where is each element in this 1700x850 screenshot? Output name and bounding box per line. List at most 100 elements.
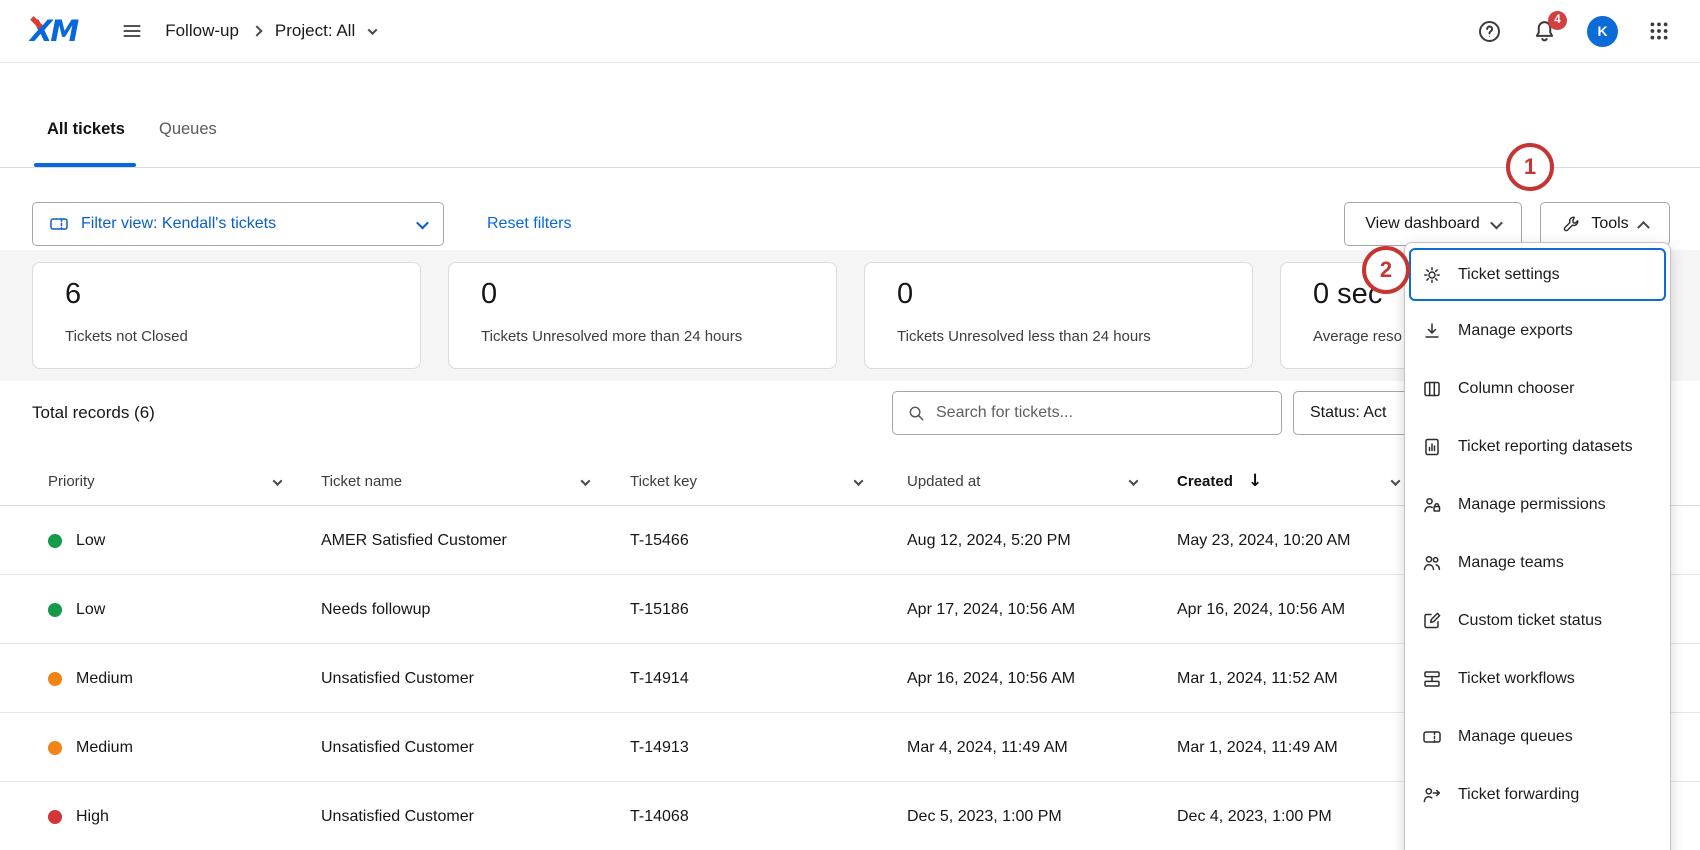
priority-label: Medium [76,739,133,757]
reset-filters-link[interactable]: Reset filters [487,215,571,233]
created-at: Mar 1, 2024, 11:49 AM [1177,713,1338,782]
column-header-ticket-name[interactable]: Ticket name [321,473,402,490]
stat-label: Tickets Unresolved less than 24 hours [897,328,1252,345]
breadcrumb-scope[interactable]: Project: All [275,21,355,41]
edit-icon [1422,611,1442,631]
people-icon [1422,553,1442,573]
ticket-key: T-15466 [630,506,689,575]
updated-at: Apr 17, 2024, 10:56 AM [907,575,1075,644]
priority-dot [48,810,62,824]
tab-all-tickets[interactable]: All tickets [47,120,125,139]
tab-queues[interactable]: Queues [159,120,217,139]
menu-item-label: Ticket settings [1458,266,1560,284]
view-dashboard-button[interactable]: View dashboard [1344,202,1522,246]
chevron-down-icon[interactable] [1391,476,1401,486]
menu-item-ticket-reporting-datasets[interactable]: Ticket reporting datasets [1405,418,1670,476]
filter-view-button[interactable]: Filter view: Kendall's tickets [32,202,444,246]
menu-item-manage-teams[interactable]: Manage teams [1405,534,1670,592]
ticket-name: Unsatisfied Customer [321,644,474,713]
stat-value: 6 [65,278,420,311]
updated-at: Aug 12, 2024, 5:20 PM [907,506,1071,575]
stat-label: Tickets Unresolved more than 24 hours [481,328,836,345]
menu-item-label: Manage permissions [1458,496,1606,514]
menu-item-label: Manage queues [1458,728,1573,746]
ticket-key: T-14068 [630,782,689,850]
priority-label: Low [76,532,105,550]
ticket-name: Needs followup [321,575,430,644]
search-input[interactable] [936,404,1267,422]
breadcrumb-separator-icon [251,25,262,36]
menu-item-manage-permissions[interactable]: Manage permissions [1405,476,1670,534]
tools-dropdown-menu: Ticket settings Manage exports Column ch… [1404,242,1671,850]
chevron-down-icon[interactable] [273,476,283,486]
chevron-up-icon [1637,220,1650,233]
stat-value: 0 [897,278,1252,311]
breadcrumb-project[interactable]: Follow-up [165,21,239,41]
tools-button[interactable]: Tools [1540,202,1670,246]
notification-badge: 4 [1548,11,1567,30]
priority-label: High [76,808,109,826]
priority-dot [48,603,62,617]
created-at: Apr 16, 2024, 10:56 AM [1177,575,1345,644]
chevron-down-icon[interactable] [581,476,591,486]
ticket-key: T-14914 [630,644,689,713]
wrench-icon [1562,215,1581,234]
updated-at: Mar 4, 2024, 11:49 AM [907,713,1068,782]
menu-item-label: Custom ticket status [1458,612,1602,630]
report-chart-icon [1422,437,1442,457]
notifications: 4 [1532,19,1557,44]
created-at: Dec 4, 2023, 1:00 PM [1177,782,1332,850]
column-header-updated-at[interactable]: Updated at [907,473,980,490]
updated-at: Apr 16, 2024, 10:56 AM [907,644,1075,713]
avatar[interactable]: K [1587,16,1618,47]
column-header-ticket-key[interactable]: Ticket key [630,473,697,490]
chevron-down-icon [416,216,429,229]
stat-value: 0 [481,278,836,311]
view-dashboard-label: View dashboard [1365,215,1479,233]
status-filter-label: Status: Act [1310,404,1386,422]
chevron-down-icon[interactable] [1129,476,1139,486]
ticket-search [892,391,1282,435]
priority-dot [48,741,62,755]
search-icon [907,404,926,423]
column-header-priority[interactable]: Priority [48,473,95,490]
priority-dot [48,534,62,548]
menu-item-custom-ticket-status[interactable]: Custom ticket status [1405,592,1670,650]
menu-item-label: Manage teams [1458,554,1564,572]
menu-item-column-chooser[interactable]: Column chooser [1405,360,1670,418]
ticket-name: Unsatisfied Customer [321,713,474,782]
download-icon [1422,321,1442,341]
gear-icon [1422,265,1442,285]
chevron-down-icon[interactable] [368,25,378,35]
column-header-created[interactable]: Created [1177,473,1233,490]
menu-item-label: Manage exports [1458,322,1573,340]
columns-icon [1422,379,1442,399]
breadcrumb: Follow-up Project: All [165,21,376,41]
hamburger-menu-icon[interactable] [121,20,143,42]
priority-label: Low [76,601,105,619]
priority-dot [48,672,62,686]
updated-at: Dec 5, 2023, 1:00 PM [907,782,1062,850]
menu-item-ticket-forwarding[interactable]: Ticket forwarding [1405,766,1670,824]
menu-item-label: Ticket workflows [1458,670,1575,688]
menu-item-label: Ticket forwarding [1458,786,1579,804]
annotation-step-2: 2 [1362,246,1410,294]
created-at: Mar 1, 2024, 11:52 AM [1177,644,1338,713]
ticket-key: T-14913 [630,713,689,782]
apps-grid-icon[interactable] [1648,20,1670,42]
stat-label: Tickets not Closed [65,328,420,345]
help-icon[interactable] [1477,19,1502,44]
tabs-divider [0,167,1700,168]
menu-item-ticket-settings[interactable]: Ticket settings [1409,248,1666,301]
tools-label: Tools [1591,215,1628,233]
chevron-down-icon[interactable] [854,476,864,486]
stat-card-unresolved-over-24h: 0 Tickets Unresolved more than 24 hours [448,262,837,369]
xm-logo[interactable]: XM [30,14,77,48]
sort-descending-icon: ↓ [1248,471,1262,491]
ticket-name: AMER Satisfied Customer [321,506,507,575]
person-arrow-icon [1422,785,1442,805]
menu-item-ticket-workflows[interactable]: Ticket workflows [1405,650,1670,708]
ticket-key: T-15186 [630,575,689,644]
menu-item-manage-queues[interactable]: Manage queues [1405,708,1670,766]
menu-item-manage-exports[interactable]: Manage exports [1405,302,1670,360]
